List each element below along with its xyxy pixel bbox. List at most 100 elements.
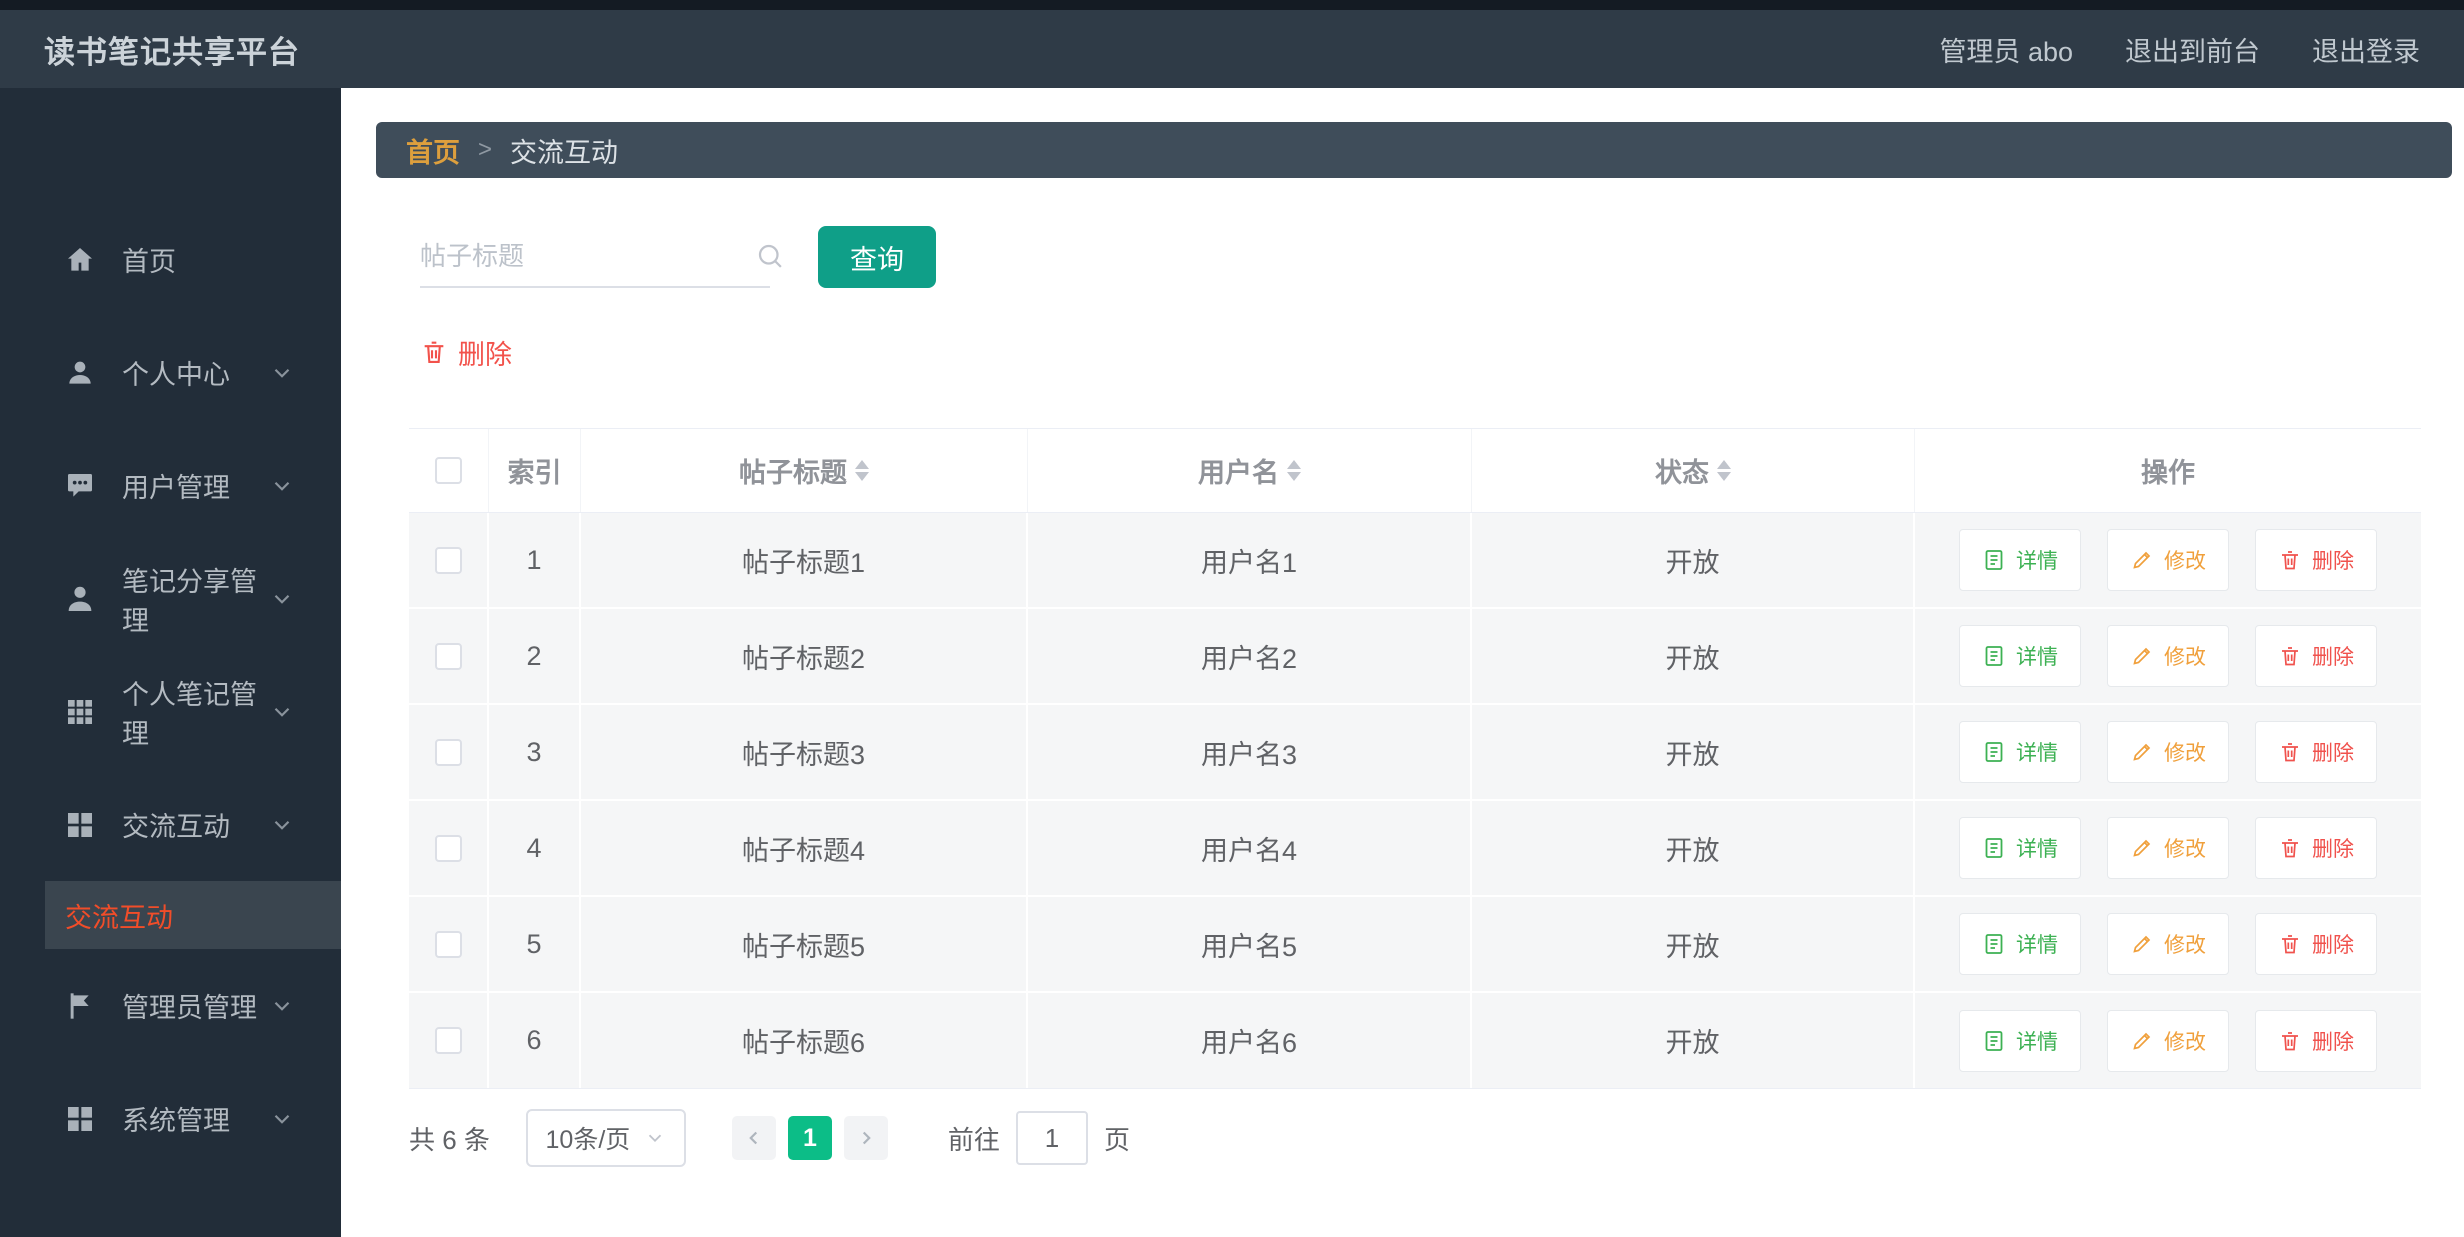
- detail-button[interactable]: 详情: [1959, 529, 2081, 591]
- edit-button[interactable]: 修改: [2107, 625, 2229, 687]
- pagination-bar: 共 6 条 10条/页 1 前往 1 页: [409, 1109, 2464, 1167]
- table-row: 5 帖子标题5 用户名5 开放 详情 修改 删除: [409, 897, 2421, 993]
- logout-link[interactable]: 退出登录: [2312, 30, 2420, 69]
- cell-status: 开放: [1472, 513, 1915, 607]
- cell-title: 帖子标题4: [581, 801, 1028, 895]
- pencil-icon: [2130, 932, 2154, 956]
- trash-icon: [2278, 548, 2302, 572]
- sort-carets-icon[interactable]: [1717, 460, 1731, 481]
- sidebar-item-label: 交流互动: [122, 812, 230, 842]
- select-all-checkbox[interactable]: [435, 457, 462, 484]
- table-row: 2 帖子标题2 用户名2 开放 详情 修改 删除: [409, 609, 2421, 705]
- sidebar-item-label: 管理员管理: [122, 993, 257, 1023]
- cell-username: 用户名4: [1028, 801, 1472, 895]
- sidebar-item-label: 首页: [122, 247, 176, 277]
- posts-table: 索引 帖子标题 用户名 状态 操作 1 帖子标题1 用户名1 开放 详情 修改 …: [409, 428, 2421, 1089]
- delete-button[interactable]: 删除: [2255, 529, 2377, 591]
- next-page-button[interactable]: [843, 1116, 888, 1160]
- cell-username: 用户名2: [1028, 609, 1472, 703]
- query-button[interactable]: 查询: [818, 226, 936, 288]
- chevron-down-icon: [269, 812, 295, 838]
- row-checkbox[interactable]: [434, 930, 462, 958]
- cell-actions: 详情 修改 删除: [1915, 897, 2421, 991]
- sidebar-item-label: 笔记分享管理: [122, 566, 257, 636]
- current-page-button[interactable]: 1: [787, 1116, 832, 1160]
- table-header-row: 索引 帖子标题 用户名 状态 操作: [409, 429, 2421, 513]
- document-icon: [1982, 740, 2006, 764]
- pencil-icon: [2130, 836, 2154, 860]
- column-header-status[interactable]: 状态: [1472, 429, 1915, 512]
- detail-button[interactable]: 详情: [1959, 721, 2081, 783]
- column-header-username[interactable]: 用户名: [1028, 429, 1472, 512]
- detail-button[interactable]: 详情: [1959, 913, 2081, 975]
- sidebar-item-label: 用户管理: [122, 473, 230, 503]
- sort-carets-icon[interactable]: [1287, 460, 1301, 481]
- grid9-icon: [64, 696, 96, 728]
- delete-button[interactable]: 删除: [2255, 817, 2377, 879]
- sidebar-item-home[interactable]: 首页: [0, 203, 341, 316]
- row-checkbox[interactable]: [434, 642, 462, 670]
- sidebar-item-user-management[interactable]: 用户管理: [0, 429, 341, 542]
- edit-button[interactable]: 修改: [2107, 721, 2229, 783]
- chat-icon: [64, 470, 96, 502]
- breadcrumb-current: 交流互动: [510, 137, 619, 168]
- edit-button[interactable]: 修改: [2107, 529, 2229, 591]
- search-input[interactable]: [420, 240, 755, 272]
- delete-button[interactable]: 删除: [2255, 913, 2377, 975]
- detail-button[interactable]: 详情: [1959, 1009, 2081, 1072]
- row-checkbox[interactable]: [434, 546, 462, 574]
- detail-button[interactable]: 详情: [1959, 817, 2081, 879]
- user-icon: [64, 357, 96, 389]
- breadcrumb: 首页 > 交流互动: [376, 122, 2452, 178]
- page-unit-label: 页: [1103, 1124, 1130, 1155]
- sidebar-subitem-label: 交流互动: [65, 902, 173, 933]
- detail-button[interactable]: 详情: [1959, 625, 2081, 687]
- table-body: 1 帖子标题1 用户名1 开放 详情 修改 删除 2 帖子标题2 用户名2 开放…: [409, 513, 2421, 1089]
- sidebar-item-note-share-management[interactable]: 笔记分享管理: [0, 542, 341, 655]
- sidebar-item-communication[interactable]: 交流互动: [0, 768, 341, 881]
- edit-button[interactable]: 修改: [2107, 913, 2229, 975]
- column-header-title[interactable]: 帖子标题: [581, 429, 1028, 512]
- breadcrumb-home-link[interactable]: 首页: [406, 131, 460, 170]
- sidebar-item-personal-note-management[interactable]: 个人笔记管理: [0, 655, 341, 768]
- delete-button[interactable]: 删除: [2255, 1009, 2377, 1072]
- app-title: 读书笔记共享平台: [44, 34, 300, 70]
- cell-title: 帖子标题3: [581, 705, 1028, 799]
- cell-actions: 详情 修改 删除: [1915, 993, 2421, 1088]
- delete-button[interactable]: 删除: [2255, 721, 2377, 783]
- edit-button[interactable]: 修改: [2107, 817, 2229, 879]
- cell-actions: 详情 修改 删除: [1915, 609, 2421, 703]
- prev-page-button[interactable]: [731, 1116, 776, 1160]
- cell-actions: 详情 修改 删除: [1915, 705, 2421, 799]
- row-checkbox[interactable]: [434, 738, 462, 766]
- goto-label: 前往: [947, 1124, 1000, 1155]
- chevron-down-icon: [269, 993, 295, 1019]
- cell-index: 6: [489, 993, 581, 1088]
- page-size-select[interactable]: 10条/页: [525, 1109, 686, 1167]
- person-icon: [64, 583, 96, 615]
- sidebar-item-system-management[interactable]: 系统管理: [0, 1062, 341, 1175]
- edit-button[interactable]: 修改: [2107, 1009, 2229, 1072]
- goto-page-input[interactable]: [1015, 1111, 1088, 1165]
- flag-icon: [64, 990, 96, 1022]
- exit-to-front-link[interactable]: 退出到前台: [2125, 30, 2260, 69]
- table-row: 4 帖子标题4 用户名4 开放 详情 修改 删除: [409, 801, 2421, 897]
- sidebar-item-label: 个人笔记管理: [122, 679, 257, 749]
- cell-actions: 详情 修改 删除: [1915, 513, 2421, 607]
- sidebar-item-personal-center[interactable]: 个人中心: [0, 316, 341, 429]
- sort-carets-icon[interactable]: [855, 460, 869, 481]
- cell-status: 开放: [1472, 801, 1915, 895]
- column-header-actions: 操作: [2141, 458, 2195, 488]
- row-checkbox[interactable]: [434, 1027, 462, 1054]
- sidebar-item-admin-management[interactable]: 管理员管理: [0, 949, 341, 1062]
- sidebar-subitem-communication-active[interactable]: 交流互动: [45, 881, 341, 949]
- chevron-down-icon: [269, 1106, 295, 1132]
- bulk-delete-button[interactable]: 删除: [420, 333, 512, 372]
- row-checkbox[interactable]: [434, 834, 462, 862]
- cell-username: 用户名5: [1028, 897, 1472, 991]
- page-size-value: 10条/页: [545, 1126, 631, 1154]
- search-toolbar: 查询: [420, 226, 2464, 288]
- trash-icon: [420, 338, 448, 366]
- delete-button[interactable]: 删除: [2255, 625, 2377, 687]
- document-icon: [1982, 1029, 2006, 1053]
